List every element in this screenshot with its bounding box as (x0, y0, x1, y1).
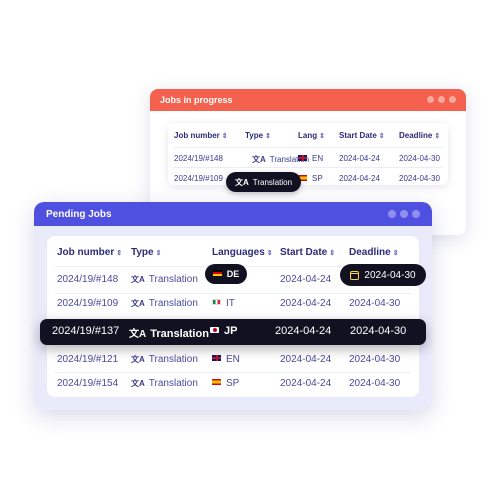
column-header-deadline[interactable]: Deadline ⇕ (399, 131, 440, 140)
column-header-start-date[interactable]: Start Date ⇕ (280, 247, 335, 258)
job-number[interactable]: 2024/19/#109 (174, 174, 223, 183)
uk-flag-icon (298, 154, 307, 161)
job-deadline: 2024-04-30 (349, 378, 401, 389)
job-start-date: 2024-04-24 (339, 154, 380, 163)
column-header-lang[interactable]: Lang ⇕ (298, 131, 325, 140)
job-language: IT (212, 298, 235, 309)
job-deadline: 2024-04-30 (349, 354, 401, 365)
pending-jobs-title: Pending Jobs (46, 208, 112, 220)
sort-icon[interactable]: ⇕ (319, 133, 325, 140)
job-number[interactable]: 2024/19/#109 (57, 298, 118, 309)
germany-flag-icon (212, 270, 222, 276)
translation-tooltip: 文A Translation (226, 172, 302, 192)
divider (174, 167, 442, 168)
translate-icon: 文A (131, 379, 145, 388)
sort-icon[interactable]: ⇕ (267, 250, 273, 257)
divider (55, 293, 411, 294)
job-deadline: 2024-04-30 (399, 174, 440, 183)
job-start-date: 2024-04-24 (280, 298, 332, 309)
pending-jobs-table: Job number ⇕ Type ⇕ Languages ⇕ Start Date ⇕… (47, 236, 419, 397)
window-dot-icon[interactable] (400, 210, 408, 218)
translate-icon: 文A (131, 355, 145, 364)
job-type: 文A Translation (129, 325, 209, 340)
sort-icon[interactable]: ⇕ (156, 250, 162, 257)
language-label: DE (226, 269, 240, 279)
window-dot-icon[interactable] (449, 96, 456, 103)
job-number[interactable]: 2024/19/#137 (52, 325, 119, 337)
italy-flag-icon (212, 299, 221, 306)
sort-icon[interactable]: ⇕ (379, 133, 385, 140)
table-row-highlighted[interactable]: 2024/19/#137 文A Translation JP 2024-04-24… (40, 319, 426, 345)
pending-jobs-titlebar: Pending Jobs (34, 202, 432, 226)
spain-flag-icon (212, 379, 221, 386)
column-header-type[interactable]: Type ⇕ (131, 247, 161, 258)
job-language: EN (212, 354, 240, 365)
job-deadline: 2024-04-30 (349, 298, 401, 309)
job-start-date: 2024-04-24 (280, 274, 332, 285)
job-language: SP (212, 378, 239, 389)
jobs-in-progress-table: Job number ⇕ Type ⇕ Lang ⇕ Start Date ⇕ Dead… (168, 123, 448, 185)
job-type: 文A Translation (131, 274, 198, 285)
window-dot-icon[interactable] (427, 96, 434, 103)
job-number[interactable]: 2024/19/#121 (57, 354, 118, 365)
window-dot-icon[interactable] (438, 96, 445, 103)
job-start-date: 2024-04-24 (280, 378, 332, 389)
column-header-job-number[interactable]: Job number ⇕ (57, 247, 122, 258)
column-header-type[interactable]: Type ⇕ (245, 131, 271, 140)
pending-jobs-window: Pending Jobs Job number ⇕ Type ⇕ Languages… (34, 202, 432, 410)
translate-icon: 文A (129, 329, 147, 340)
translate-icon: 文A (252, 155, 266, 164)
job-language: EN (298, 154, 323, 163)
job-start-date: 2024-04-24 (280, 354, 332, 365)
job-type: 文A Translation (131, 378, 198, 389)
job-type: 文A Translation (131, 298, 198, 309)
column-header-deadline[interactable]: Deadline ⇕ (349, 247, 399, 258)
column-header-job-number[interactable]: Job number ⇕ (174, 131, 228, 140)
uk-flag-icon (212, 355, 221, 362)
deadline-pill[interactable]: 2024-04-30 (340, 264, 426, 286)
sort-icon[interactable]: ⇕ (393, 250, 399, 257)
job-number[interactable]: 2024/19/#148 (57, 274, 118, 285)
translate-icon: 文A (131, 299, 145, 308)
window-dot-icon[interactable] (412, 210, 420, 218)
calendar-icon (350, 270, 360, 280)
tooltip-label: Translation (252, 177, 293, 187)
job-start-date: 2024-04-24 (339, 174, 380, 183)
translate-icon: 文A (235, 177, 249, 187)
job-number[interactable]: 2024/19/#154 (57, 378, 118, 389)
column-header-start-date[interactable]: Start Date ⇕ (339, 131, 385, 140)
window-controls (388, 210, 420, 218)
job-language: SP (298, 174, 323, 183)
job-type: 文A Translation (131, 354, 198, 365)
job-language: JP (210, 325, 237, 337)
job-number[interactable]: 2024/19/#148 (174, 154, 223, 163)
divider (174, 147, 442, 148)
sort-icon[interactable]: ⇕ (222, 133, 228, 140)
sort-icon[interactable]: ⇕ (434, 133, 440, 140)
jobs-in-progress-titlebar: Jobs in progress (150, 89, 466, 111)
jobs-in-progress-title: Jobs in progress (160, 95, 233, 105)
japan-flag-icon (210, 327, 219, 334)
sort-icon[interactable]: ⇕ (265, 133, 271, 140)
job-start-date: 2024-04-24 (275, 325, 332, 337)
deadline-label: 2024-04-30 (364, 269, 416, 281)
sort-icon[interactable]: ⇕ (116, 250, 122, 257)
sort-icon[interactable]: ⇕ (329, 250, 335, 257)
translate-icon: 文A (131, 275, 145, 284)
language-pill-de[interactable]: DE (205, 264, 247, 284)
job-deadline: 2024-04-30 (350, 325, 407, 337)
divider (55, 372, 411, 373)
window-controls (427, 96, 456, 103)
column-header-languages[interactable]: Languages ⇕ (212, 247, 273, 258)
job-deadline: 2024-04-30 (399, 154, 440, 163)
window-dot-icon[interactable] (388, 210, 396, 218)
